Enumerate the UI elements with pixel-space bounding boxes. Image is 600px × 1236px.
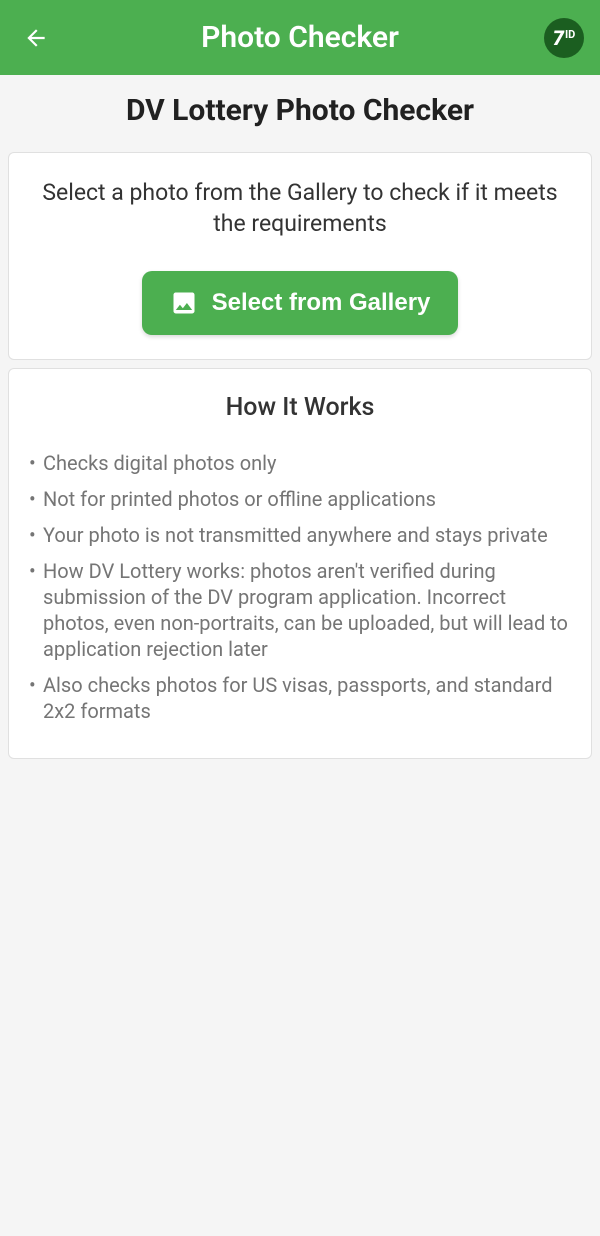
app-header: Photo Checker 7 ID bbox=[0, 0, 600, 75]
select-button-label: Select from Gallery bbox=[212, 289, 431, 317]
how-it-works-card: How It Works Checks digital photos only … bbox=[8, 368, 592, 759]
page-title: DV Lottery Photo Checker bbox=[0, 75, 600, 144]
list-item: Not for printed photos or offline applic… bbox=[29, 486, 571, 512]
how-it-works-title: How It Works bbox=[29, 393, 571, 422]
select-from-gallery-button[interactable]: Select from Gallery bbox=[142, 271, 459, 335]
app-logo-badge[interactable]: 7 ID bbox=[544, 18, 584, 58]
list-item: Checks digital photos only bbox=[29, 450, 571, 476]
gallery-icon bbox=[170, 289, 198, 317]
logo-seven-icon: 7 bbox=[553, 26, 564, 50]
back-button[interactable] bbox=[16, 18, 56, 58]
logo-id-text: ID bbox=[565, 28, 575, 41]
list-item: Your photo is not transmitted anywhere a… bbox=[29, 522, 571, 548]
select-photo-card: Select a photo from the Gallery to check… bbox=[8, 152, 592, 360]
list-item: Also checks photos for US visas, passpor… bbox=[29, 672, 571, 724]
info-list: Checks digital photos only Not for print… bbox=[29, 450, 571, 724]
header-title: Photo Checker bbox=[201, 20, 399, 55]
back-arrow-icon bbox=[23, 25, 49, 51]
instruction-text: Select a photo from the Gallery to check… bbox=[33, 177, 567, 239]
list-item: How DV Lottery works: photos aren't veri… bbox=[29, 558, 571, 662]
